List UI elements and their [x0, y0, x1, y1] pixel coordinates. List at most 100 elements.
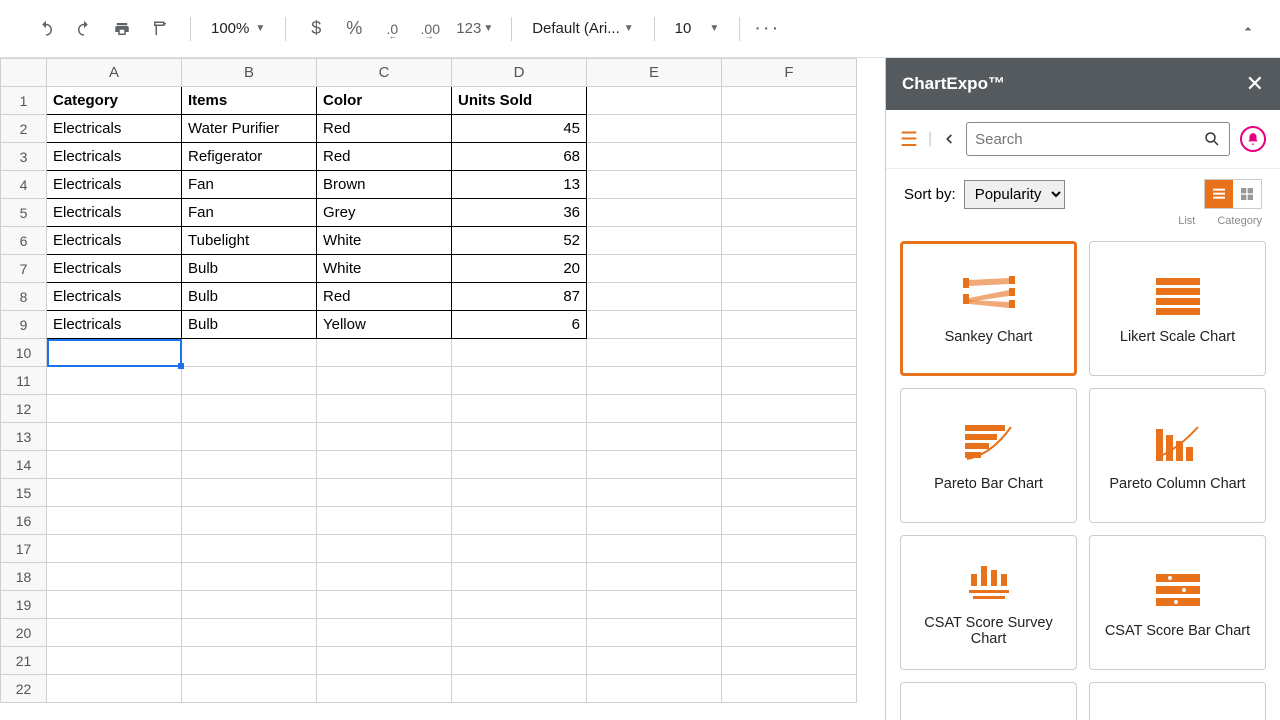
cell-D9[interactable]: 6	[452, 311, 587, 339]
cell-A3[interactable]: Electricals	[47, 143, 182, 171]
cell-B14[interactable]	[182, 451, 317, 479]
chart-card-likert-scale-chart[interactable]: Likert Scale Chart	[1089, 241, 1266, 376]
cell-E10[interactable]	[587, 339, 722, 367]
cell-B16[interactable]	[182, 507, 317, 535]
col-header-E[interactable]: E	[587, 59, 722, 87]
cell-F14[interactable]	[722, 451, 857, 479]
cell-E9[interactable]	[587, 311, 722, 339]
search-icon[interactable]	[1203, 130, 1221, 148]
row-header-4[interactable]: 4	[1, 171, 47, 199]
cell-D22[interactable]	[452, 675, 587, 703]
cell-C3[interactable]: Red	[317, 143, 452, 171]
row-header-14[interactable]: 14	[1, 451, 47, 479]
cell-A21[interactable]	[47, 647, 182, 675]
cell-E15[interactable]	[587, 479, 722, 507]
cell-C21[interactable]	[317, 647, 452, 675]
cell-A11[interactable]	[47, 367, 182, 395]
cell-F10[interactable]	[722, 339, 857, 367]
row-header-16[interactable]: 16	[1, 507, 47, 535]
cell-D18[interactable]	[452, 563, 587, 591]
col-header-D[interactable]: D	[452, 59, 587, 87]
more-tools-button[interactable]: ···	[754, 13, 780, 45]
cell-D21[interactable]	[452, 647, 587, 675]
cell-E3[interactable]	[587, 143, 722, 171]
decrease-decimal-button[interactable]: .0←	[376, 13, 408, 45]
view-category-button[interactable]	[1233, 180, 1261, 208]
cell-A13[interactable]	[47, 423, 182, 451]
cell-D12[interactable]	[452, 395, 587, 423]
cell-B10[interactable]	[182, 339, 317, 367]
font-select[interactable]: Default (Ari...▼	[526, 20, 639, 37]
cell-E8[interactable]	[587, 283, 722, 311]
cell-D20[interactable]	[452, 619, 587, 647]
cell-E22[interactable]	[587, 675, 722, 703]
cell-B3[interactable]: Refigerator	[182, 143, 317, 171]
cell-A2[interactable]: Electricals	[47, 115, 182, 143]
cell-D6[interactable]: 52	[452, 227, 587, 255]
cell-E20[interactable]	[587, 619, 722, 647]
font-size-select[interactable]: 10▼	[669, 20, 726, 37]
sort-select[interactable]: Popularity	[964, 180, 1065, 209]
cell-B13[interactable]	[182, 423, 317, 451]
redo-button[interactable]	[68, 13, 100, 45]
cell-B17[interactable]	[182, 535, 317, 563]
chart-card-csat-score-survey-chart[interactable]: CSAT Score Survey Chart	[900, 535, 1077, 670]
cell-F15[interactable]	[722, 479, 857, 507]
cell-F12[interactable]	[722, 395, 857, 423]
cell-D2[interactable]: 45	[452, 115, 587, 143]
cell-F20[interactable]	[722, 619, 857, 647]
paint-format-button[interactable]	[144, 13, 176, 45]
col-header-B[interactable]: B	[182, 59, 317, 87]
chart-card-pareto-bar-chart[interactable]: Pareto Bar Chart	[900, 388, 1077, 523]
cell-C17[interactable]	[317, 535, 452, 563]
cell-E12[interactable]	[587, 395, 722, 423]
cell-B2[interactable]: Water Purifier	[182, 115, 317, 143]
cell-E19[interactable]	[587, 591, 722, 619]
cell-D11[interactable]	[452, 367, 587, 395]
cell-F19[interactable]	[722, 591, 857, 619]
cell-E14[interactable]	[587, 451, 722, 479]
cell-A22[interactable]	[47, 675, 182, 703]
cell-A10[interactable]	[47, 339, 182, 367]
cell-D1[interactable]: Units Sold	[452, 87, 587, 115]
cell-E4[interactable]	[587, 171, 722, 199]
cell-E5[interactable]	[587, 199, 722, 227]
zoom-select[interactable]: 100%▼	[205, 20, 271, 37]
cell-C12[interactable]	[317, 395, 452, 423]
row-header-10[interactable]: 10	[1, 339, 47, 367]
cell-C14[interactable]	[317, 451, 452, 479]
spreadsheet[interactable]: ABCDEF1CategoryItemsColorUnits Sold2Elec…	[0, 58, 885, 720]
row-header-6[interactable]: 6	[1, 227, 47, 255]
cell-E1[interactable]	[587, 87, 722, 115]
cell-B7[interactable]: Bulb	[182, 255, 317, 283]
row-header-9[interactable]: 9	[1, 311, 47, 339]
row-header-17[interactable]: 17	[1, 535, 47, 563]
cell-A17[interactable]	[47, 535, 182, 563]
cell-C2[interactable]: Red	[317, 115, 452, 143]
cell-B22[interactable]	[182, 675, 317, 703]
cell-B11[interactable]	[182, 367, 317, 395]
cell-A14[interactable]	[47, 451, 182, 479]
cell-C5[interactable]: Grey	[317, 199, 452, 227]
increase-decimal-button[interactable]: .00→	[414, 13, 446, 45]
cell-E6[interactable]	[587, 227, 722, 255]
cell-C7[interactable]: White	[317, 255, 452, 283]
cell-F21[interactable]	[722, 647, 857, 675]
cell-F3[interactable]	[722, 143, 857, 171]
back-button[interactable]	[942, 129, 956, 149]
cell-B15[interactable]	[182, 479, 317, 507]
cell-F4[interactable]	[722, 171, 857, 199]
print-button[interactable]	[106, 13, 138, 45]
cell-C6[interactable]: White	[317, 227, 452, 255]
row-header-13[interactable]: 13	[1, 423, 47, 451]
cell-A9[interactable]: Electricals	[47, 311, 182, 339]
cell-D16[interactable]	[452, 507, 587, 535]
cell-D14[interactable]	[452, 451, 587, 479]
cell-F1[interactable]	[722, 87, 857, 115]
cell-F6[interactable]	[722, 227, 857, 255]
col-header-A[interactable]: A	[47, 59, 182, 87]
cell-A20[interactable]	[47, 619, 182, 647]
cell-D8[interactable]: 87	[452, 283, 587, 311]
cell-A18[interactable]	[47, 563, 182, 591]
select-all-cell[interactable]	[1, 59, 47, 87]
